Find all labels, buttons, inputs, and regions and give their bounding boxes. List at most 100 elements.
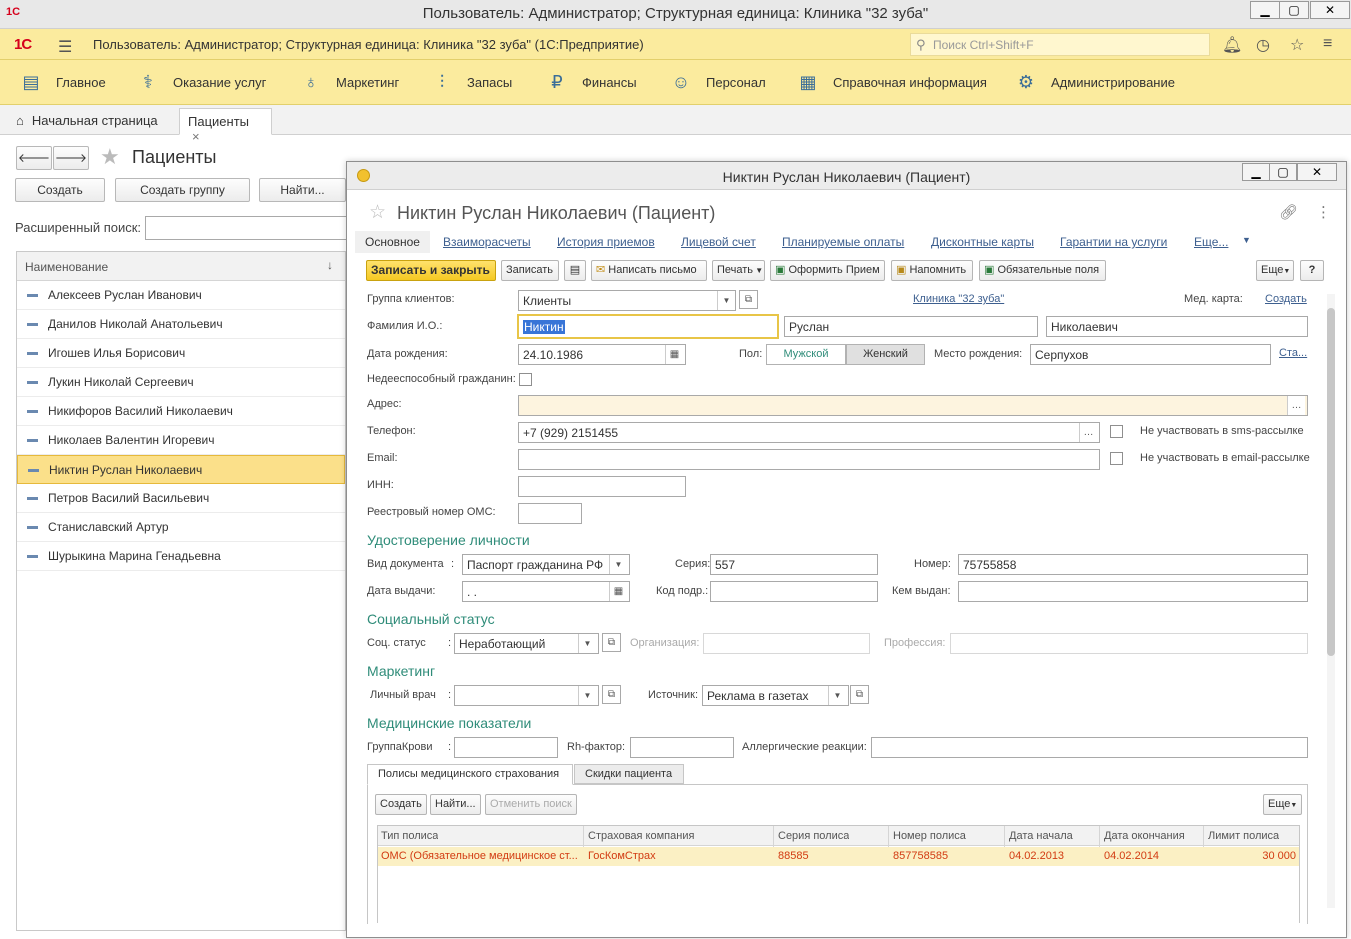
tab-home[interactable]: ⌂ Начальная страница <box>8 108 166 135</box>
favorites-star-icon[interactable]: ☆ <box>1290 35 1304 55</box>
write-letter-button[interactable]: ✉ Написать письмо <box>591 260 707 281</box>
global-search-input[interactable]: ⚲ Поиск Ctrl+Shift+F <box>910 33 1210 56</box>
series-field[interactable]: 557 <box>710 554 878 575</box>
calendar-icon[interactable]: ▦ <box>665 345 683 364</box>
nav-tab-main[interactable]: Основное <box>355 231 430 253</box>
sex-female-option[interactable]: Женский <box>846 344 925 365</box>
ellipsis-button[interactable]: … <box>1287 396 1305 415</box>
forward-button[interactable]: 🡒 <box>53 146 89 170</box>
section-services[interactable]: ⚕ Оказание услуг <box>135 60 266 104</box>
list-item-selected[interactable]: Никтин Руслан Николаевич <box>17 455 345 484</box>
nav-tab-planned-payments[interactable]: Планируемые оплаты <box>782 235 904 249</box>
list-item[interactable]: Станиславский Артур <box>17 513 345 542</box>
modal-maximize-button[interactable]: ▢ <box>1269 163 1297 181</box>
tab-insurance-policies[interactable]: Полисы медицинского страхования <box>367 764 573 785</box>
dropdown-arrow-icon[interactable]: ▼ <box>578 686 596 705</box>
maximize-button[interactable]: ▢ <box>1279 1 1309 19</box>
find-button[interactable]: Найти... <box>259 178 346 202</box>
personal-doctor-field[interactable]: ▼ <box>454 685 599 706</box>
number-field[interactable]: 75755858 <box>958 554 1308 575</box>
policies-find-button[interactable]: Найти... <box>430 794 481 815</box>
section-main[interactable]: ▤ Главное <box>18 60 105 104</box>
policies-more-button[interactable]: Еще▼ <box>1263 794 1303 815</box>
clinic-link[interactable]: Клиника "32 зуба" <box>913 293 1004 305</box>
chevron-down-icon[interactable]: ▼ <box>1242 235 1251 245</box>
nav-tab-visit-history[interactable]: История приемов <box>557 235 655 249</box>
nav-tab-personal-account[interactable]: Лицевой счет <box>681 235 756 249</box>
section-staff[interactable]: ☺ Персонал <box>668 60 766 104</box>
first-name-field[interactable]: Руслан <box>784 316 1038 337</box>
favorite-star-icon[interactable]: ☆ <box>369 201 386 224</box>
col-header-policy-number[interactable]: Номер полиса <box>893 830 966 842</box>
close-tab-icon[interactable]: × <box>192 129 200 144</box>
last-name-field[interactable]: Никтин <box>517 314 779 339</box>
ellipsis-button[interactable]: … <box>1079 423 1097 442</box>
list-item[interactable]: Алексеев Руслан Иванович <box>17 281 345 310</box>
more-vertical-icon[interactable]: ⋮ <box>1316 203 1331 221</box>
section-stock[interactable]: ⫶ Запасы <box>429 60 512 104</box>
col-header-start-date[interactable]: Дата начала <box>1009 830 1073 842</box>
nav-tab-guarantees[interactable]: Гарантии на услуги <box>1060 235 1167 249</box>
open-icon[interactable]: ⧉ <box>850 685 869 704</box>
section-marketing[interactable]: ♁ Маркетинг <box>298 60 399 104</box>
history-icon[interactable]: ◷ <box>1256 35 1270 55</box>
column-header-name[interactable]: Наименование ↓ <box>17 252 345 281</box>
col-header-insurer[interactable]: Страховая компания <box>588 830 694 842</box>
dropdown-arrow-icon[interactable]: ▼ <box>717 291 735 310</box>
settings-menu-icon[interactable]: ≡ <box>1323 35 1332 53</box>
address-field[interactable]: … <box>518 395 1308 416</box>
calendar-icon[interactable]: ▦ <box>609 582 627 601</box>
main-menu-icon[interactable]: ☰ <box>58 37 72 57</box>
document-icon[interactable]: ▤ <box>564 260 586 281</box>
list-item[interactable]: Лукин Николай Сергеевич <box>17 368 345 397</box>
list-item[interactable]: Николаев Валентин Игоревич <box>17 426 345 455</box>
dept-code-field[interactable] <box>710 581 878 602</box>
email-field[interactable] <box>518 449 1100 470</box>
doc-type-field[interactable]: Паспорт гражданина РФ ▼ <box>462 554 630 575</box>
col-header-end-date[interactable]: Дата окончания <box>1104 830 1185 842</box>
nav-tab-more[interactable]: Еще... <box>1194 235 1228 249</box>
vertical-scrollbar[interactable] <box>1327 294 1335 908</box>
list-item[interactable]: Петров Василий Васильевич <box>17 484 345 513</box>
client-group-field[interactable]: Клиенты ▼ <box>518 290 736 311</box>
create-button[interactable]: Создать <box>15 178 105 202</box>
section-reference[interactable]: ▦ Справочная информация <box>795 60 986 104</box>
link-icon[interactable]: 🔗︎ <box>1279 203 1298 221</box>
issue-date-field[interactable]: . . ▦ <box>462 581 630 602</box>
save-and-close-button[interactable]: Записать и закрыть <box>366 260 496 281</box>
sort-arrow-icon[interactable]: ↓ <box>327 258 333 272</box>
modal-close-button[interactable]: ✕ <box>1297 163 1337 181</box>
advanced-search-input[interactable] <box>145 216 347 240</box>
tab-patient-discounts[interactable]: Скидки пациента <box>574 764 684 784</box>
no-sms-checkbox[interactable] <box>1110 425 1123 438</box>
med-card-create-link[interactable]: Создать <box>1265 293 1307 305</box>
favorite-star-icon[interactable]: ★ <box>100 144 120 170</box>
issued-by-field[interactable] <box>958 581 1308 602</box>
profession-field[interactable] <box>950 633 1308 654</box>
print-button[interactable]: Печать ▼ <box>712 260 765 281</box>
tab-patients[interactable]: Пациенты × <box>179 108 272 144</box>
birth-date-field[interactable]: 24.10.1986 ▦ <box>518 344 686 365</box>
no-email-checkbox[interactable] <box>1110 452 1123 465</box>
more-button[interactable]: Еще▼ <box>1256 260 1294 281</box>
phone-field[interactable]: +7 (929) 2151455 … <box>518 422 1100 443</box>
social-status-field[interactable]: Неработающий ▼ <box>454 633 599 654</box>
birth-place-field[interactable]: Серпухов <box>1030 344 1271 365</box>
list-item[interactable]: Игошев Илья Борисович <box>17 339 345 368</box>
blood-group-field[interactable] <box>454 737 558 758</box>
modal-minimize-button[interactable]: ▁ <box>1242 163 1270 181</box>
required-fields-button[interactable]: ▣ Обязательные поля <box>979 260 1106 281</box>
policies-cancel-search-button[interactable]: Отменить поиск <box>485 794 577 815</box>
section-admin[interactable]: ⚙ Администрирование <box>1013 60 1175 104</box>
open-icon[interactable]: ⧉ <box>739 290 758 309</box>
list-item[interactable]: Шурыкина Марина Генадьевна <box>17 542 345 571</box>
create-group-button[interactable]: Создать группу <box>115 178 250 202</box>
col-header-policy-type[interactable]: Тип полиса <box>381 830 438 842</box>
inn-field[interactable] <box>518 476 686 497</box>
help-button[interactable]: ? <box>1300 260 1324 281</box>
incapable-checkbox[interactable] <box>519 373 532 386</box>
dropdown-arrow-icon[interactable]: ▼ <box>609 555 627 574</box>
allergy-field[interactable] <box>871 737 1308 758</box>
make-visit-button[interactable]: ▣ Оформить Прием <box>770 260 885 281</box>
nav-tab-discount-cards[interactable]: Дисконтные карты <box>931 235 1034 249</box>
